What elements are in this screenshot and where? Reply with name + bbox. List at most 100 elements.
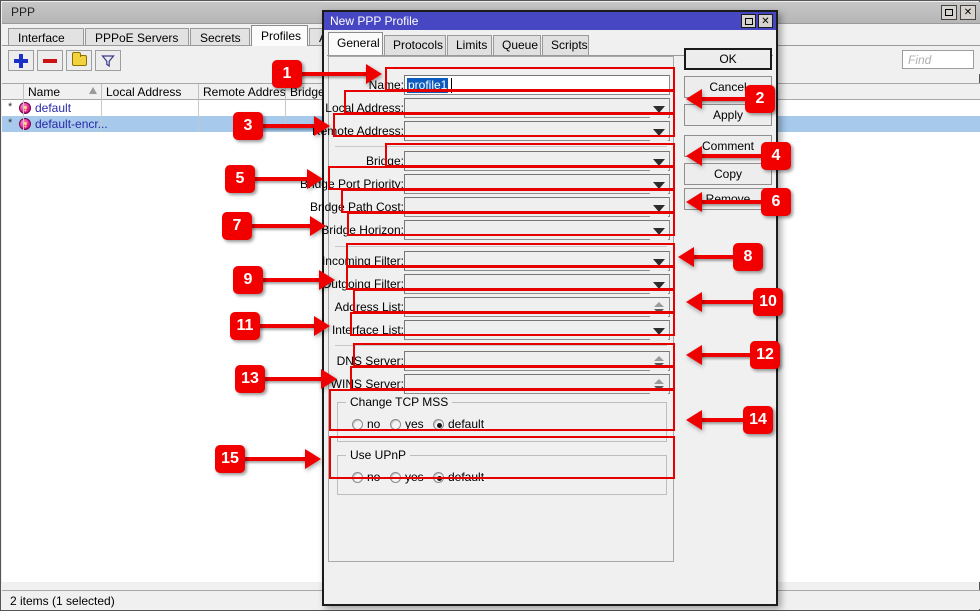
copy-button[interactable]: Copy (684, 163, 772, 185)
comment-button[interactable] (66, 50, 92, 71)
radio-label: default (448, 417, 485, 431)
tab-limits[interactable]: Limits (447, 35, 492, 55)
radio-icon (352, 472, 363, 483)
label-bridge-horizon: Bridge Horizon: (321, 223, 404, 237)
remove-button[interactable] (37, 50, 63, 71)
field-row-wins-server: WINS Server: (329, 374, 673, 396)
ok-button[interactable]: OK (684, 48, 772, 70)
close-icon[interactable]: ✕ (960, 5, 976, 20)
sort-ascending-icon (89, 87, 97, 94)
bridge-horizon-input[interactable] (404, 220, 670, 240)
tab-pppoe-servers[interactable]: PPPoE Servers (85, 28, 189, 46)
outgoing-filter-input[interactable] (404, 274, 670, 294)
callout-shaft-9 (261, 278, 321, 282)
callout-arrow-12 (686, 345, 702, 365)
dialog-close-icon[interactable]: ✕ (758, 14, 773, 28)
main-window-title: PPP (11, 5, 36, 19)
divider (335, 146, 667, 147)
chevron-down-icon[interactable] (650, 153, 668, 171)
dialog-maximize-icon[interactable] (741, 14, 756, 28)
tab-profiles[interactable]: Profiles (251, 25, 308, 46)
field-row-incoming-filter: Incoming Filter: (322, 251, 673, 273)
callout-badge-4: 4 (761, 142, 791, 170)
callout-arrow-11 (314, 316, 330, 336)
radio-label: yes (405, 470, 424, 484)
callout-arrow-4 (686, 146, 702, 166)
name-input[interactable]: profile1 (404, 75, 670, 95)
spinner-icon[interactable] (650, 353, 668, 371)
remote-address-input[interactable] (404, 121, 670, 141)
label-local-address: Local Address: (325, 101, 404, 115)
chevron-down-icon[interactable] (650, 276, 668, 294)
callout-arrow-6 (686, 192, 702, 212)
label-bridge: Bridge: (365, 154, 404, 168)
chevron-down-icon[interactable] (650, 100, 668, 118)
callout-badge-11: 11 (230, 312, 260, 340)
chevron-down-icon[interactable] (650, 322, 668, 340)
tab-protocols[interactable]: Protocols (384, 35, 446, 55)
field-row-interface-list: Interface List: (329, 320, 673, 342)
callout-shaft-1 (300, 72, 368, 76)
chevron-down-icon[interactable] (650, 199, 668, 217)
tab-secrets[interactable]: Secrets (190, 28, 250, 46)
spinner-icon[interactable] (650, 299, 668, 317)
radio-icon (433, 472, 444, 483)
group-change-tcp-mss: Change TCP MSS no yes default (337, 395, 667, 442)
add-button[interactable] (8, 50, 34, 71)
label-bridge-path-cost: Bridge Path Cost: (309, 200, 404, 214)
tab-general[interactable]: General (328, 32, 383, 55)
general-tab-panel: Name: profile1 Local Address: Remote Add… (300, 56, 674, 562)
callout-arrow-10 (686, 292, 702, 312)
search-input[interactable]: Find (902, 50, 974, 69)
callout-badge-5: 5 (225, 165, 255, 193)
callout-shaft-7 (250, 224, 312, 228)
callout-badge-6: 6 (761, 188, 791, 216)
callout-badge-10: 10 (753, 288, 783, 316)
chevron-down-icon[interactable] (650, 222, 668, 240)
local-address-input[interactable] (404, 98, 670, 118)
callout-badge-13: 13 (235, 365, 265, 393)
column-flag[interactable] (2, 84, 24, 100)
radio-icon (390, 419, 401, 430)
tab-interface[interactable]: Interface (8, 28, 84, 46)
chevron-down-icon[interactable] (650, 253, 668, 271)
callout-badge-15: 15 (215, 445, 245, 473)
callout-arrow-5 (307, 169, 323, 189)
bridge-port-priority-input[interactable] (404, 174, 670, 194)
profile-key-icon (19, 118, 31, 130)
spinner-icon[interactable] (650, 376, 668, 394)
text-caret (451, 78, 452, 93)
callout-shaft-5 (253, 177, 309, 181)
callout-shaft-14 (700, 418, 746, 422)
field-row-dns-server: DNS Server: (329, 351, 673, 373)
callout-shaft-15 (243, 457, 307, 461)
callout-arrow-7 (310, 216, 326, 236)
group-title-use-upnp: Use UPnP (346, 448, 411, 462)
incoming-filter-input[interactable] (404, 251, 670, 271)
filter-button[interactable] (95, 50, 121, 71)
row-name: default (35, 101, 72, 115)
callout-badge-14: 14 (743, 406, 773, 434)
radio-icon (433, 419, 444, 430)
maximize-icon[interactable] (941, 5, 957, 20)
search-placeholder: Find (908, 53, 932, 67)
divider (335, 345, 667, 346)
callout-shaft-10 (700, 300, 756, 304)
chevron-down-icon[interactable] (650, 123, 668, 141)
field-row-outgoing-filter: Outgoing Filter: (322, 274, 673, 296)
callout-badge-1: 1 (272, 60, 302, 88)
radio-icon (352, 419, 363, 430)
wins-server-input[interactable] (404, 374, 670, 394)
callout-arrow-9 (319, 270, 335, 290)
callout-badge-8: 8 (733, 243, 763, 271)
bridge-input[interactable] (404, 151, 670, 171)
interface-list-input[interactable] (404, 320, 670, 340)
column-local-address[interactable]: Local Address (102, 84, 199, 100)
callout-arrow-14 (686, 410, 702, 430)
tab-scripts[interactable]: Scripts (542, 35, 589, 55)
tab-queue[interactable]: Queue (493, 35, 541, 55)
bridge-path-cost-input[interactable] (404, 197, 670, 217)
dns-server-input[interactable] (404, 351, 670, 371)
chevron-down-icon[interactable] (650, 176, 668, 194)
address-list-input[interactable] (404, 297, 670, 317)
